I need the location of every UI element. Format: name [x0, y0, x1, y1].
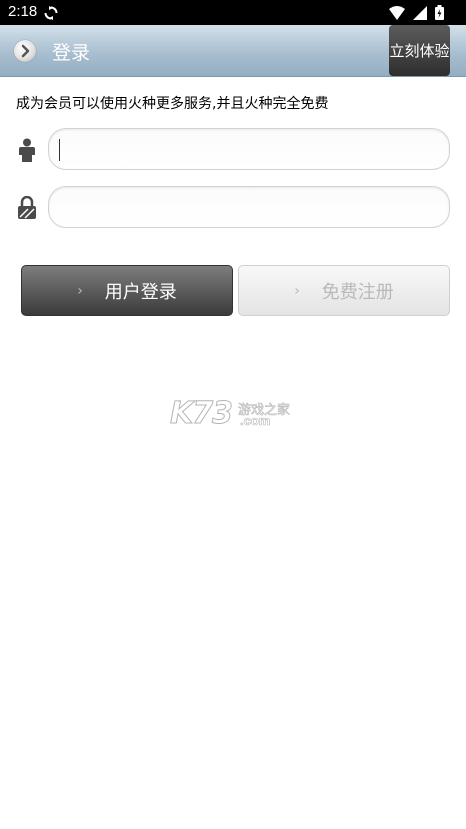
text-caret [59, 139, 60, 161]
watermark-domain: .com [240, 413, 271, 429]
try-now-button[interactable]: 立刻体验 [389, 25, 450, 76]
status-time: 2:18 [8, 3, 38, 20]
username-input[interactable] [48, 128, 450, 170]
login-button[interactable]: › 用户登录 [21, 265, 233, 316]
password-input[interactable] [48, 186, 450, 228]
battery-icon [435, 5, 444, 20]
person-icon [16, 138, 38, 166]
page-title: 登录 [52, 42, 91, 64]
back-button[interactable] [14, 40, 36, 62]
register-button[interactable]: › 免费注册 [238, 265, 450, 316]
login-button-label: 用户登录 [104, 281, 177, 303]
status-bar: 2:18 [0, 0, 466, 25]
chevron-right-icon [21, 44, 30, 58]
sync-icon [44, 5, 58, 24]
signal-icon [412, 6, 427, 20]
chevron-right-icon: › [294, 282, 300, 299]
lock-icon [16, 195, 38, 224]
watermark-logo: K73 游戏之家 .com [170, 396, 300, 432]
intro-text: 成为会员可以使用火种更多服务,并且火种完全免费 [16, 96, 329, 112]
status-icons [386, 5, 444, 24]
wifi-icon [388, 6, 405, 20]
register-button-label: 免费注册 [321, 281, 394, 303]
chevron-right-icon: › [77, 282, 83, 299]
watermark-brand: K73 [170, 396, 234, 432]
